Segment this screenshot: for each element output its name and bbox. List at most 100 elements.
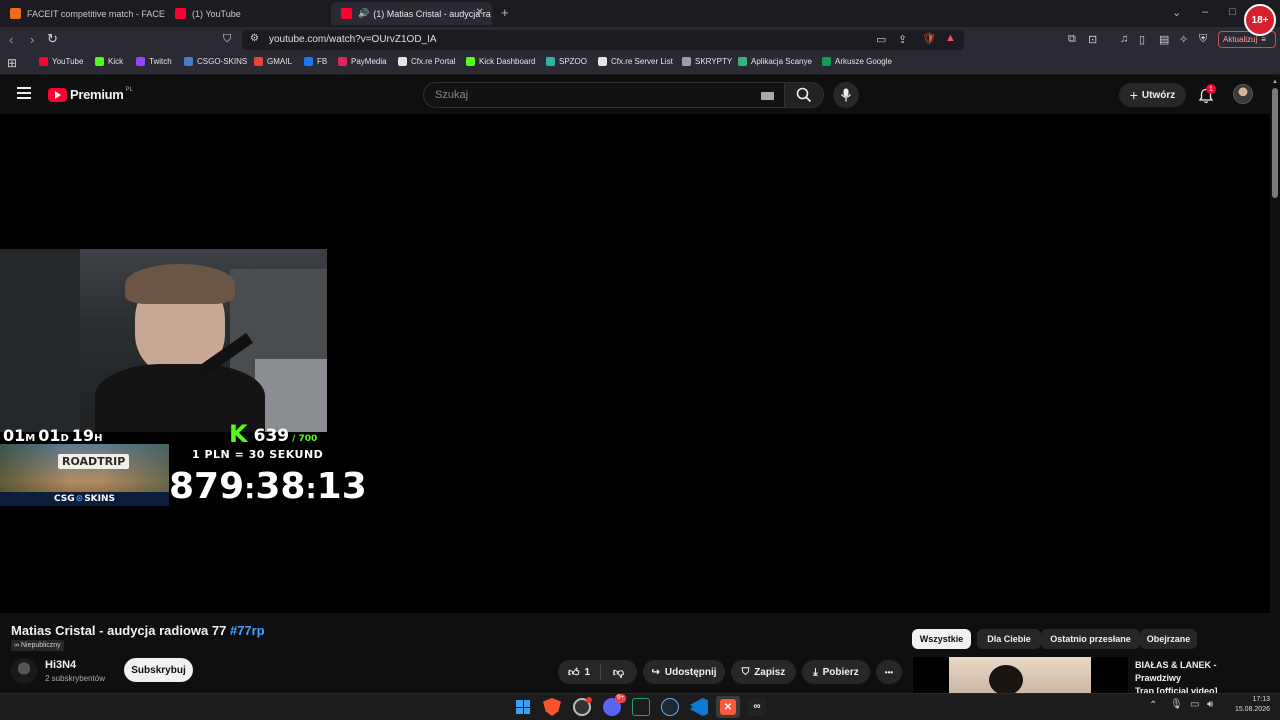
bookmark-item[interactable]: GMAIL xyxy=(254,57,292,66)
app-icon[interactable]: ∞ xyxy=(748,698,766,716)
apps-grid-icon[interactable]: ⊞ xyxy=(7,56,17,70)
kick-goal-current: 639 xyxy=(253,426,290,446)
bookmark-item[interactable]: Cfx.re Portal xyxy=(398,57,455,66)
tab-search-chevron-icon[interactable]: ⌄ xyxy=(1172,6,1181,19)
share-page-icon[interactable]: ⇪ xyxy=(898,33,907,46)
download-button[interactable]: ⤓ Pobierz xyxy=(802,660,870,684)
more-actions-button[interactable]: ••• xyxy=(876,660,902,684)
extensions-icon[interactable]: ⧉ xyxy=(1068,33,1076,46)
music-icon[interactable]: ♫ xyxy=(1120,33,1128,45)
bookmark-item[interactable]: Twitch xyxy=(136,57,172,66)
tab-youtube[interactable]: (1) YouTube xyxy=(165,2,330,25)
share-label: Udostępnij xyxy=(664,666,717,678)
hashtag-link[interactable]: #77rp xyxy=(230,623,265,638)
sidebar-icon[interactable]: ▯ xyxy=(1139,33,1145,46)
system-tray-chevron-icon[interactable]: ⌃ xyxy=(1149,700,1157,711)
back-icon[interactable]: ‹ xyxy=(9,32,13,47)
scrollbar-thumb[interactable] xyxy=(1272,88,1278,198)
keyboard-icon[interactable] xyxy=(761,92,774,100)
profile-badge[interactable]: 18+ xyxy=(1244,4,1276,36)
bookmark-item[interactable]: Aplikacja Scanye xyxy=(738,57,812,66)
channel-avatar[interactable] xyxy=(11,658,37,684)
tab-faceit[interactable]: FACEIT competitive match - FACEIT.c xyxy=(0,2,165,25)
recommendation-title-line: BIAŁAS & LANEK - Prawdziwy xyxy=(1135,660,1217,683)
bookmark-favicon-icon xyxy=(136,57,145,66)
maximize-icon[interactable]: □ xyxy=(1229,6,1236,18)
link-icon: ∞ xyxy=(14,642,19,649)
windows-start-icon[interactable] xyxy=(514,698,532,716)
create-button[interactable]: + Utwórz xyxy=(1119,83,1186,107)
hamburger-menu-icon[interactable] xyxy=(17,87,31,99)
address-bar[interactable]: ⚙ youtube.com/watch?v=OUrvZ1OD_IA ▭ ⇪ 🛡 … xyxy=(242,30,964,50)
bookmark-item[interactable]: YouTube xyxy=(39,57,83,66)
update-label: Aktualizuj xyxy=(1223,35,1258,44)
search-button[interactable] xyxy=(784,82,824,108)
bookmark-item[interactable]: FB xyxy=(304,57,327,66)
voice-search-button[interactable] xyxy=(833,82,859,108)
plus-icon: + xyxy=(1129,87,1138,103)
filter-chip[interactable]: Dla Ciebie xyxy=(977,629,1041,649)
steam-icon[interactable] xyxy=(661,698,679,716)
chrome-icon[interactable] xyxy=(573,697,592,716)
bookmark-item[interactable]: PayMedia xyxy=(338,57,387,66)
brave-shields-icon[interactable]: 🛡 xyxy=(922,32,936,45)
search-input[interactable]: Szukaj xyxy=(423,82,785,108)
kick-icon: K xyxy=(229,420,248,448)
subscribe-button[interactable]: Subskrybuj xyxy=(124,658,193,682)
windows-taskbar: 9+ ✕ ∞ ⌃ 🎙︎ ▭ 🔊︎ 17:13 15.08.2026 xyxy=(0,693,1280,720)
forward-icon[interactable]: › xyxy=(30,32,34,47)
new-tab-button[interactable]: + xyxy=(501,5,509,20)
bookmark-item[interactable]: SPZOO xyxy=(546,57,587,66)
clock-date: 15.08.2026 xyxy=(1234,706,1270,713)
youtube-premium-logo[interactable]: Premium PL xyxy=(48,87,133,102)
close-tab-icon[interactable]: ✕ xyxy=(476,7,484,18)
speaker-icon[interactable]: 🔊 xyxy=(358,8,369,19)
bookmark-label: SPZOO xyxy=(559,57,588,66)
recommendation-item[interactable]: BIAŁAS & LANEK - Prawdziwy Trap [officia… xyxy=(913,657,1263,696)
vpn-icon[interactable]: ⛨ xyxy=(1199,33,1207,46)
excel-icon[interactable] xyxy=(632,698,650,716)
brave-rewards-icon[interactable]: ▲ xyxy=(945,32,956,44)
dislike-button[interactable]: 👎︎ xyxy=(601,666,637,679)
page-scrollbar[interactable]: ▲ xyxy=(1270,76,1280,693)
scrollbar-up-arrow[interactable]: ▲ xyxy=(1272,79,1278,85)
countdown-months: 01 xyxy=(3,426,26,445)
bookmark-item[interactable]: Kick Dashboard xyxy=(466,57,535,66)
like-count: 1 xyxy=(584,666,591,678)
network-icon[interactable]: ▭ xyxy=(1190,699,1199,710)
avatar[interactable] xyxy=(1233,84,1253,104)
xampp-icon[interactable]: ✕ xyxy=(716,696,740,718)
vscode-icon[interactable] xyxy=(690,698,708,716)
bookmark-item[interactable]: CSGO-SKINS xyxy=(184,57,247,66)
bookmark-label: GMAIL xyxy=(267,57,292,66)
countdown-hours-unit: H xyxy=(94,433,103,444)
bookmark-item[interactable]: Kick xyxy=(95,57,123,66)
install-app-icon[interactable]: ▭ xyxy=(876,33,886,46)
video-player[interactable]: 01M 01D 19H K 639 / 700 ROADTRIP CSG ⊙ SKI… xyxy=(0,114,1270,613)
wallet-icon[interactable]: ▤ xyxy=(1159,33,1169,46)
bookmark-item[interactable]: SKRYPTY xyxy=(682,57,732,66)
reload-icon[interactable]: ↻ xyxy=(47,31,58,47)
filter-chip[interactable]: Obejrzane xyxy=(1140,629,1197,649)
volume-icon[interactable]: 🔊︎ xyxy=(1207,699,1213,710)
screenshot-icon[interactable]: ⊡ xyxy=(1088,33,1097,46)
brave-browser-icon[interactable] xyxy=(543,698,561,716)
tab-current-video[interactable]: 🔊 (1) Matias Cristal - audycja ra ✕ xyxy=(331,2,492,25)
video-info-section: Matias Cristal - audycja radiowa 77 #77r… xyxy=(0,613,1270,696)
save-button[interactable]: ⛉ Zapisz xyxy=(731,660,796,684)
filter-chip[interactable]: Wszystkie xyxy=(912,629,971,649)
share-button[interactable]: ↪ Udostępnij xyxy=(643,660,725,684)
like-button[interactable]: 👍︎ 1 xyxy=(559,664,601,680)
site-info-icon[interactable]: ⚙ xyxy=(250,33,259,44)
bookmark-item[interactable]: Arkusze Google xyxy=(822,57,892,66)
minimize-icon[interactable]: – xyxy=(1202,6,1208,18)
discord-icon[interactable]: 9+ xyxy=(603,694,626,716)
notifications-button[interactable]: 1 xyxy=(1196,84,1216,106)
bookmark-item[interactable]: Cfx.re Server List xyxy=(598,57,673,66)
clock[interactable]: 17:13 15.08.2026 xyxy=(1226,695,1270,715)
filter-chip[interactable]: Ostatnio przesłane xyxy=(1041,629,1140,649)
bookmark-page-icon[interactable]: ⛉ xyxy=(223,33,231,46)
leo-ai-icon[interactable]: ✧ xyxy=(1179,33,1188,46)
microphone-tray-icon[interactable]: 🎙︎ xyxy=(1170,699,1183,710)
channel-name[interactable]: Hi3N4 xyxy=(45,659,76,671)
